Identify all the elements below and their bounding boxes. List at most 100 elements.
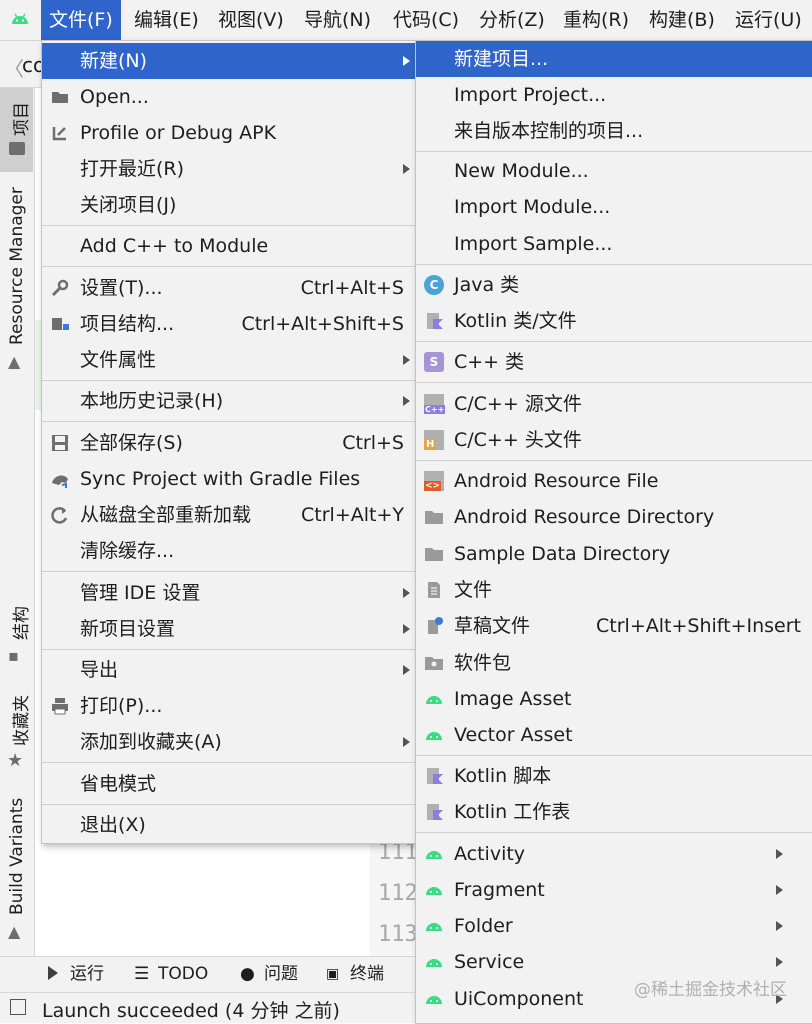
menu-item-sync-gradle[interactable]: Sync Project with Gradle Files bbox=[42, 461, 416, 497]
menu-view[interactable]: 视图(V) bbox=[210, 0, 292, 40]
menu-item-add-to-favorites[interactable]: 添加到收藏夹(A) bbox=[42, 724, 416, 760]
menu-item-label: Vector Asset bbox=[454, 724, 573, 746]
android-icon bbox=[426, 696, 442, 704]
menu-item-new-project-settings[interactable]: 新项目设置 bbox=[42, 611, 416, 647]
menu-item-cpp-header[interactable]: H C/C++ 头文件 bbox=[416, 422, 812, 458]
submenu-arrow-icon bbox=[403, 624, 410, 634]
menu-item-print[interactable]: 打印(P)... bbox=[42, 688, 416, 724]
menu-item-kotlin-script[interactable]: Kotlin 脚本 bbox=[416, 758, 812, 794]
menu-item-cpp-source[interactable]: C++ C/C++ 源文件 bbox=[416, 386, 812, 422]
menu-analyze[interactable]: 分析(Z) bbox=[471, 0, 553, 40]
menu-item-label: Android Resource Directory bbox=[454, 506, 715, 528]
watermark: @稀土掘金技术社区 bbox=[634, 980, 787, 1000]
menu-item-scratch-file[interactable]: 草稿文件 Ctrl+Alt+Shift+Insert bbox=[416, 608, 812, 644]
submenu-arrow-icon bbox=[776, 885, 783, 895]
menu-file[interactable]: 文件(F) bbox=[41, 0, 121, 40]
android-studio-icon bbox=[12, 13, 28, 24]
menu-item-power-save-mode[interactable]: 省电模式 bbox=[42, 766, 416, 802]
menu-item-export[interactable]: 导出 bbox=[42, 652, 416, 688]
android-icon bbox=[426, 887, 442, 895]
menu-separator bbox=[42, 762, 416, 763]
menu-item-label: Sample Data Directory bbox=[454, 543, 671, 565]
menu-item-label: New Module... bbox=[454, 160, 589, 182]
folder-icon bbox=[425, 548, 443, 561]
line-number: 112 bbox=[378, 881, 418, 906]
menu-run[interactable]: 运行(U) bbox=[727, 0, 810, 40]
package-icon bbox=[425, 657, 443, 670]
tool-tab-build-variants[interactable]: Build Variants bbox=[7, 798, 27, 915]
menu-item-project-structure[interactable]: 项目结构... Ctrl+Alt+Shift+S bbox=[42, 306, 416, 342]
menu-item-close-project[interactable]: 关闭项目(J) bbox=[42, 187, 416, 223]
resource-file-icon: <> bbox=[424, 471, 444, 491]
menu-separator bbox=[416, 755, 812, 756]
menu-item-file[interactable]: 文件 bbox=[416, 572, 812, 608]
cpp-class-icon: S bbox=[424, 352, 444, 372]
menu-item-import-module[interactable]: Import Module... bbox=[416, 189, 812, 225]
menu-item-new[interactable]: 新建(N) bbox=[42, 43, 416, 79]
menu-item-new-module[interactable]: New Module... bbox=[416, 153, 812, 189]
menu-item-label: C++ 类 bbox=[454, 351, 525, 373]
menu-item-image-asset[interactable]: Image Asset bbox=[416, 681, 812, 717]
menu-item-label: C/C++ 源文件 bbox=[454, 393, 582, 415]
menu-item-add-cpp[interactable]: Add C++ to Module bbox=[42, 228, 416, 264]
cpp-source-icon: C++ bbox=[424, 394, 446, 414]
menu-item-shortcut: Ctrl+S bbox=[342, 432, 404, 454]
menu-item-file-properties[interactable]: 文件属性 bbox=[42, 342, 416, 378]
menu-item-label: Fragment bbox=[454, 879, 545, 901]
menu-item-android-resource-directory[interactable]: Android Resource Directory bbox=[416, 499, 812, 535]
tool-run[interactable]: 运行 bbox=[70, 956, 104, 992]
tool-tab-project[interactable]: 项目 bbox=[7, 102, 32, 136]
menu-item-label: 打开最近(R) bbox=[80, 158, 185, 180]
menu-item-invalidate-caches[interactable]: 清除缓存... bbox=[42, 533, 416, 569]
menu-item-shortcut: Ctrl+Alt+Y bbox=[301, 504, 404, 526]
menu-navigate[interactable]: 导航(N) bbox=[296, 0, 379, 40]
menu-item-reload-from-disk[interactable]: 从磁盘全部重新加载 Ctrl+Alt+Y bbox=[42, 497, 416, 533]
submenu-arrow-icon bbox=[403, 588, 410, 598]
menu-item-kotlin-class[interactable]: Kotlin 类/文件 bbox=[416, 303, 812, 339]
menu-item-project-from-vcs[interactable]: 来自版本控制的项目... bbox=[416, 113, 812, 149]
menu-item-android-resource-file[interactable]: <> Android Resource File bbox=[416, 463, 812, 499]
menu-item-activity[interactable]: Activity bbox=[416, 836, 812, 872]
gradle-sync-icon bbox=[52, 475, 68, 488]
menu-item-save-all[interactable]: 全部保存(S) Ctrl+S bbox=[42, 425, 416, 461]
print-icon bbox=[52, 698, 68, 715]
menu-item-vector-asset[interactable]: Vector Asset bbox=[416, 717, 812, 753]
menu-item-label: Kotlin 脚本 bbox=[454, 765, 552, 787]
status-toggle-icon[interactable] bbox=[10, 999, 26, 1015]
menu-item-sample-data-directory[interactable]: Sample Data Directory bbox=[416, 536, 812, 572]
menu-item-kotlin-worksheet[interactable]: Kotlin 工作表 bbox=[416, 794, 812, 830]
menu-item-open[interactable]: Open... bbox=[42, 79, 416, 115]
menu-item-import-project[interactable]: Import Project... bbox=[416, 77, 812, 113]
menu-item-settings[interactable]: 设置(T)... Ctrl+Alt+S bbox=[42, 270, 416, 306]
menu-item-exit[interactable]: 退出(X) bbox=[42, 807, 416, 843]
terminal-icon: ▣ bbox=[326, 966, 340, 982]
tool-terminal[interactable]: 终端 bbox=[350, 956, 384, 992]
menu-item-fragment[interactable]: Fragment bbox=[416, 872, 812, 908]
menu-item-manage-ide-settings[interactable]: 管理 IDE 设置 bbox=[42, 575, 416, 611]
tool-tab-resource-manager[interactable]: Resource Manager bbox=[7, 187, 27, 345]
menu-item-label: Kotlin 类/文件 bbox=[454, 310, 577, 332]
menu-edit[interactable]: 编辑(E) bbox=[126, 0, 207, 40]
folder-icon bbox=[9, 142, 25, 155]
menu-item-cpp-class[interactable]: S C++ 类 bbox=[416, 344, 812, 380]
menu-item-import-sample[interactable]: Import Sample... bbox=[416, 226, 812, 262]
tool-tab-structure[interactable]: 结构 bbox=[7, 606, 32, 640]
menu-build[interactable]: 构建(B) bbox=[641, 0, 723, 40]
tool-todo[interactable]: TODO bbox=[158, 956, 208, 992]
menu-item-package[interactable]: 软件包 bbox=[416, 645, 812, 681]
menu-item-label: Kotlin 工作表 bbox=[454, 801, 571, 823]
kotlin-worksheet-icon bbox=[427, 804, 443, 820]
menu-item-new-project[interactable]: 新建项目... bbox=[416, 41, 812, 77]
tool-tab-favorites[interactable]: 收藏夹 bbox=[7, 695, 32, 746]
menu-item-profile-apk[interactable]: Profile or Debug APK bbox=[42, 115, 416, 151]
menu-item-open-recent[interactable]: 打开最近(R) bbox=[42, 151, 416, 187]
submenu-arrow-icon bbox=[403, 355, 410, 365]
menu-code[interactable]: 代码(C) bbox=[385, 0, 467, 40]
menu-item-folder[interactable]: Folder bbox=[416, 908, 812, 944]
tool-problems[interactable]: 问题 bbox=[264, 956, 298, 992]
menu-refactor[interactable]: 重构(R) bbox=[555, 0, 637, 40]
cpp-badge: C++ bbox=[424, 405, 446, 414]
menu-item-local-history[interactable]: 本地历史记录(H) bbox=[42, 383, 416, 419]
menu-item-java-class[interactable]: C Java 类 bbox=[416, 267, 812, 303]
menu-item-label: 设置(T)... bbox=[80, 277, 163, 299]
